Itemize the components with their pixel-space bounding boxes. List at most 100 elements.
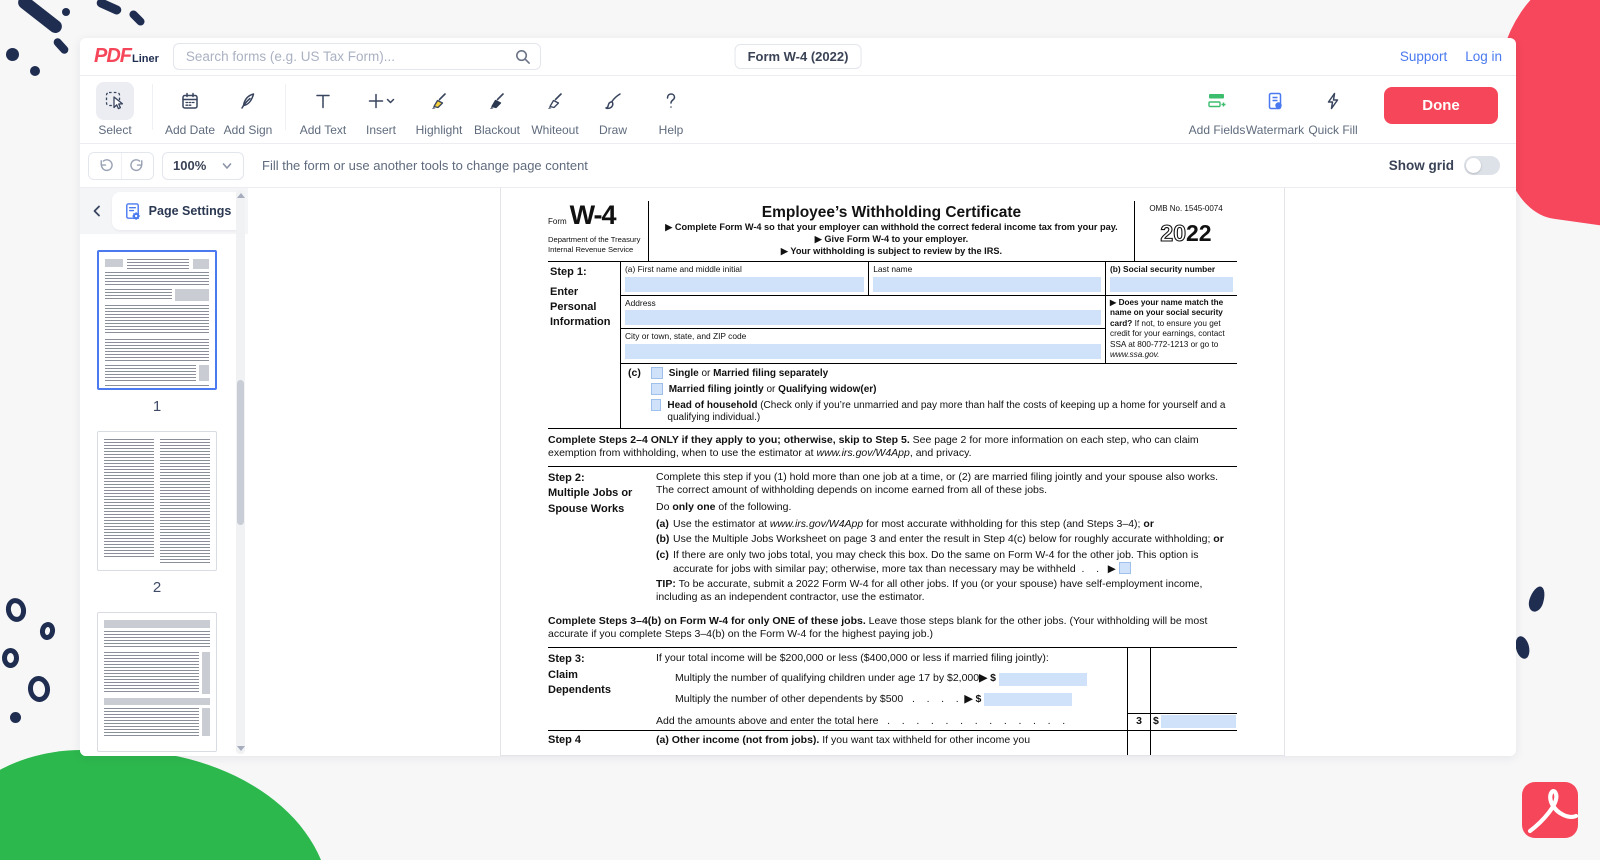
quick-fill-button[interactable]: Quick Fill	[1304, 82, 1362, 137]
ssn-label: (b) Social security number	[1110, 264, 1233, 275]
collapse-sidebar-button[interactable]	[86, 200, 108, 222]
highlight-button[interactable]: Highlight	[410, 82, 468, 137]
form-word: Form	[548, 217, 567, 226]
login-link[interactable]: Log in	[1465, 49, 1502, 64]
form-header: Form W-4 Department of the Treasury Inte…	[548, 201, 1237, 262]
step2-item-a: (a) Use the estimator at www.irs.gov/W4A…	[656, 518, 1237, 531]
steps24-note: Complete Steps 2–4 ONLY if they apply to…	[548, 429, 1237, 466]
add-fields-button[interactable]: Add Fields	[1188, 82, 1246, 137]
show-grid-label: Show grid	[1389, 158, 1454, 173]
page-thumb-wrap-3: 3	[80, 612, 234, 756]
watermark-icon	[1256, 82, 1294, 120]
filing-status-row: (c) Single or Married filing separately …	[621, 363, 1237, 428]
dept-line1: Department of the Treasury	[548, 235, 644, 244]
scroll-down-arrow[interactable]	[237, 746, 245, 751]
sidebar-header: Page Settings	[80, 188, 248, 234]
form-title: Employee’s Withholding Certificate	[657, 203, 1126, 222]
decor-ink-dot	[62, 8, 70, 16]
ssa-gov-link: www.ssa.gov.	[1110, 350, 1159, 359]
single-checkbox[interactable]	[651, 367, 663, 379]
done-button[interactable]: Done	[1384, 87, 1498, 124]
document-title-badge: Form W-4 (2022)	[735, 44, 862, 69]
last-name-cell: Last name	[868, 262, 1105, 295]
toolbar-hint-text: Fill the form or use another tools to ch…	[262, 158, 588, 173]
filing-status-option-hoh: Head of household (Check only if you’re …	[651, 399, 1237, 424]
address-field[interactable]	[625, 310, 1101, 325]
last-name-field[interactable]	[873, 277, 1101, 292]
whiteout-label: Whiteout	[531, 123, 578, 137]
married-jointly-checkbox[interactable]	[651, 383, 663, 395]
pdfliner-logo[interactable]: PDF Liner	[94, 45, 159, 68]
city-field[interactable]	[625, 344, 1101, 359]
other-dependents-field[interactable]	[984, 693, 1072, 706]
add-sign-button[interactable]: Add Sign	[219, 82, 277, 137]
blackout-button[interactable]: Blackout	[468, 82, 526, 137]
first-name-label: (a) First name and middle initial	[625, 264, 864, 275]
help-label: Help	[659, 123, 684, 137]
decor-ink-comma	[1513, 635, 1531, 660]
redo-button[interactable]	[121, 153, 153, 179]
top-bar: PDF Liner Form W-4 (2022) Support Log in	[80, 38, 1516, 76]
page-thumbnails: 1 2	[80, 234, 234, 756]
page-thumb-wrap-1: 1	[80, 250, 234, 415]
decor-ink-stroke	[52, 37, 70, 56]
two-jobs-checkbox[interactable]	[1119, 562, 1131, 574]
page-thumbnail-1[interactable]	[97, 250, 217, 390]
select-tool-button[interactable]: Select	[86, 82, 144, 137]
step1-section: Step 1: Enter Personal Information (a) F…	[548, 262, 1237, 429]
decor-ink-comma	[1526, 584, 1547, 613]
filing-status-option-married: Married filing jointly or Qualifying wid…	[651, 383, 1237, 396]
pdf-logo-badge	[1522, 782, 1578, 838]
draw-button[interactable]: Draw	[584, 82, 642, 137]
chevron-down-icon	[221, 160, 233, 172]
zoom-level-value: 100%	[173, 158, 206, 173]
calendar-icon	[171, 82, 209, 120]
decor-ink-ring	[4, 596, 29, 624]
decor-ink-stroke	[128, 9, 146, 27]
form-subtitle-3: ▶ Your withholding is subject to review …	[657, 246, 1126, 258]
search-input[interactable]	[173, 43, 541, 70]
add-date-button[interactable]: Add Date	[161, 82, 219, 137]
whiteout-brush-icon	[536, 82, 574, 120]
step3-total-field[interactable]	[1161, 715, 1236, 728]
whiteout-button[interactable]: Whiteout	[526, 82, 584, 137]
add-text-button[interactable]: Add Text	[294, 82, 352, 137]
help-button[interactable]: Help	[642, 82, 700, 137]
form-header-center: Employee’s Withholding Certificate ▶ Com…	[648, 201, 1135, 261]
page-settings-button[interactable]: Page Settings	[112, 192, 242, 230]
undo-button[interactable]	[89, 153, 121, 179]
show-grid-control: Show grid	[1389, 156, 1500, 175]
undo-redo-group	[88, 152, 154, 180]
ssn-field[interactable]	[1110, 277, 1233, 292]
page-thumbnail-2[interactable]	[97, 431, 217, 571]
form-subtitle-2: ▶ Give Form W-4 to your employer.	[657, 234, 1126, 246]
step2-section: Step 2: Multiple Jobs or Spouse Works Co…	[548, 466, 1237, 610]
page-thumbnail-3[interactable]	[97, 612, 217, 752]
sidebar-scrollbar[interactable]	[236, 190, 245, 754]
last-name-label: Last name	[873, 264, 1101, 275]
decor-ink-stroke	[95, 0, 122, 16]
scroll-up-arrow[interactable]	[237, 193, 245, 198]
children-amount-field[interactable]	[999, 673, 1087, 686]
select-tool-label: Select	[98, 123, 131, 137]
plus-icon	[362, 82, 400, 120]
watermark-button[interactable]: Watermark	[1246, 82, 1304, 137]
pages-sidebar: Page Settings 1	[80, 188, 248, 756]
step2-paragraph-2: Do only one of the following.	[656, 501, 1237, 514]
highlighter-icon	[420, 82, 458, 120]
logo-liner-text: Liner	[132, 53, 159, 65]
form-subtitle-1: ▶ Complete Form W-4 so that your employe…	[657, 222, 1126, 234]
address-cell: Address	[621, 295, 1105, 329]
question-mark-icon	[652, 82, 690, 120]
show-grid-toggle[interactable]	[1464, 156, 1500, 175]
scrollbar-thumb[interactable]	[237, 380, 244, 525]
paintbrush-icon	[594, 82, 632, 120]
form-header-right: OMB No. 1545-0074 2022	[1135, 201, 1237, 261]
zoom-level-select[interactable]: 100%	[162, 152, 244, 180]
insert-button[interactable]: Insert	[352, 82, 410, 137]
head-of-household-checkbox[interactable]	[651, 399, 662, 411]
search-icon[interactable]	[514, 48, 531, 70]
draw-label: Draw	[599, 123, 627, 137]
first-name-field[interactable]	[625, 277, 864, 292]
support-link[interactable]: Support	[1400, 49, 1447, 64]
